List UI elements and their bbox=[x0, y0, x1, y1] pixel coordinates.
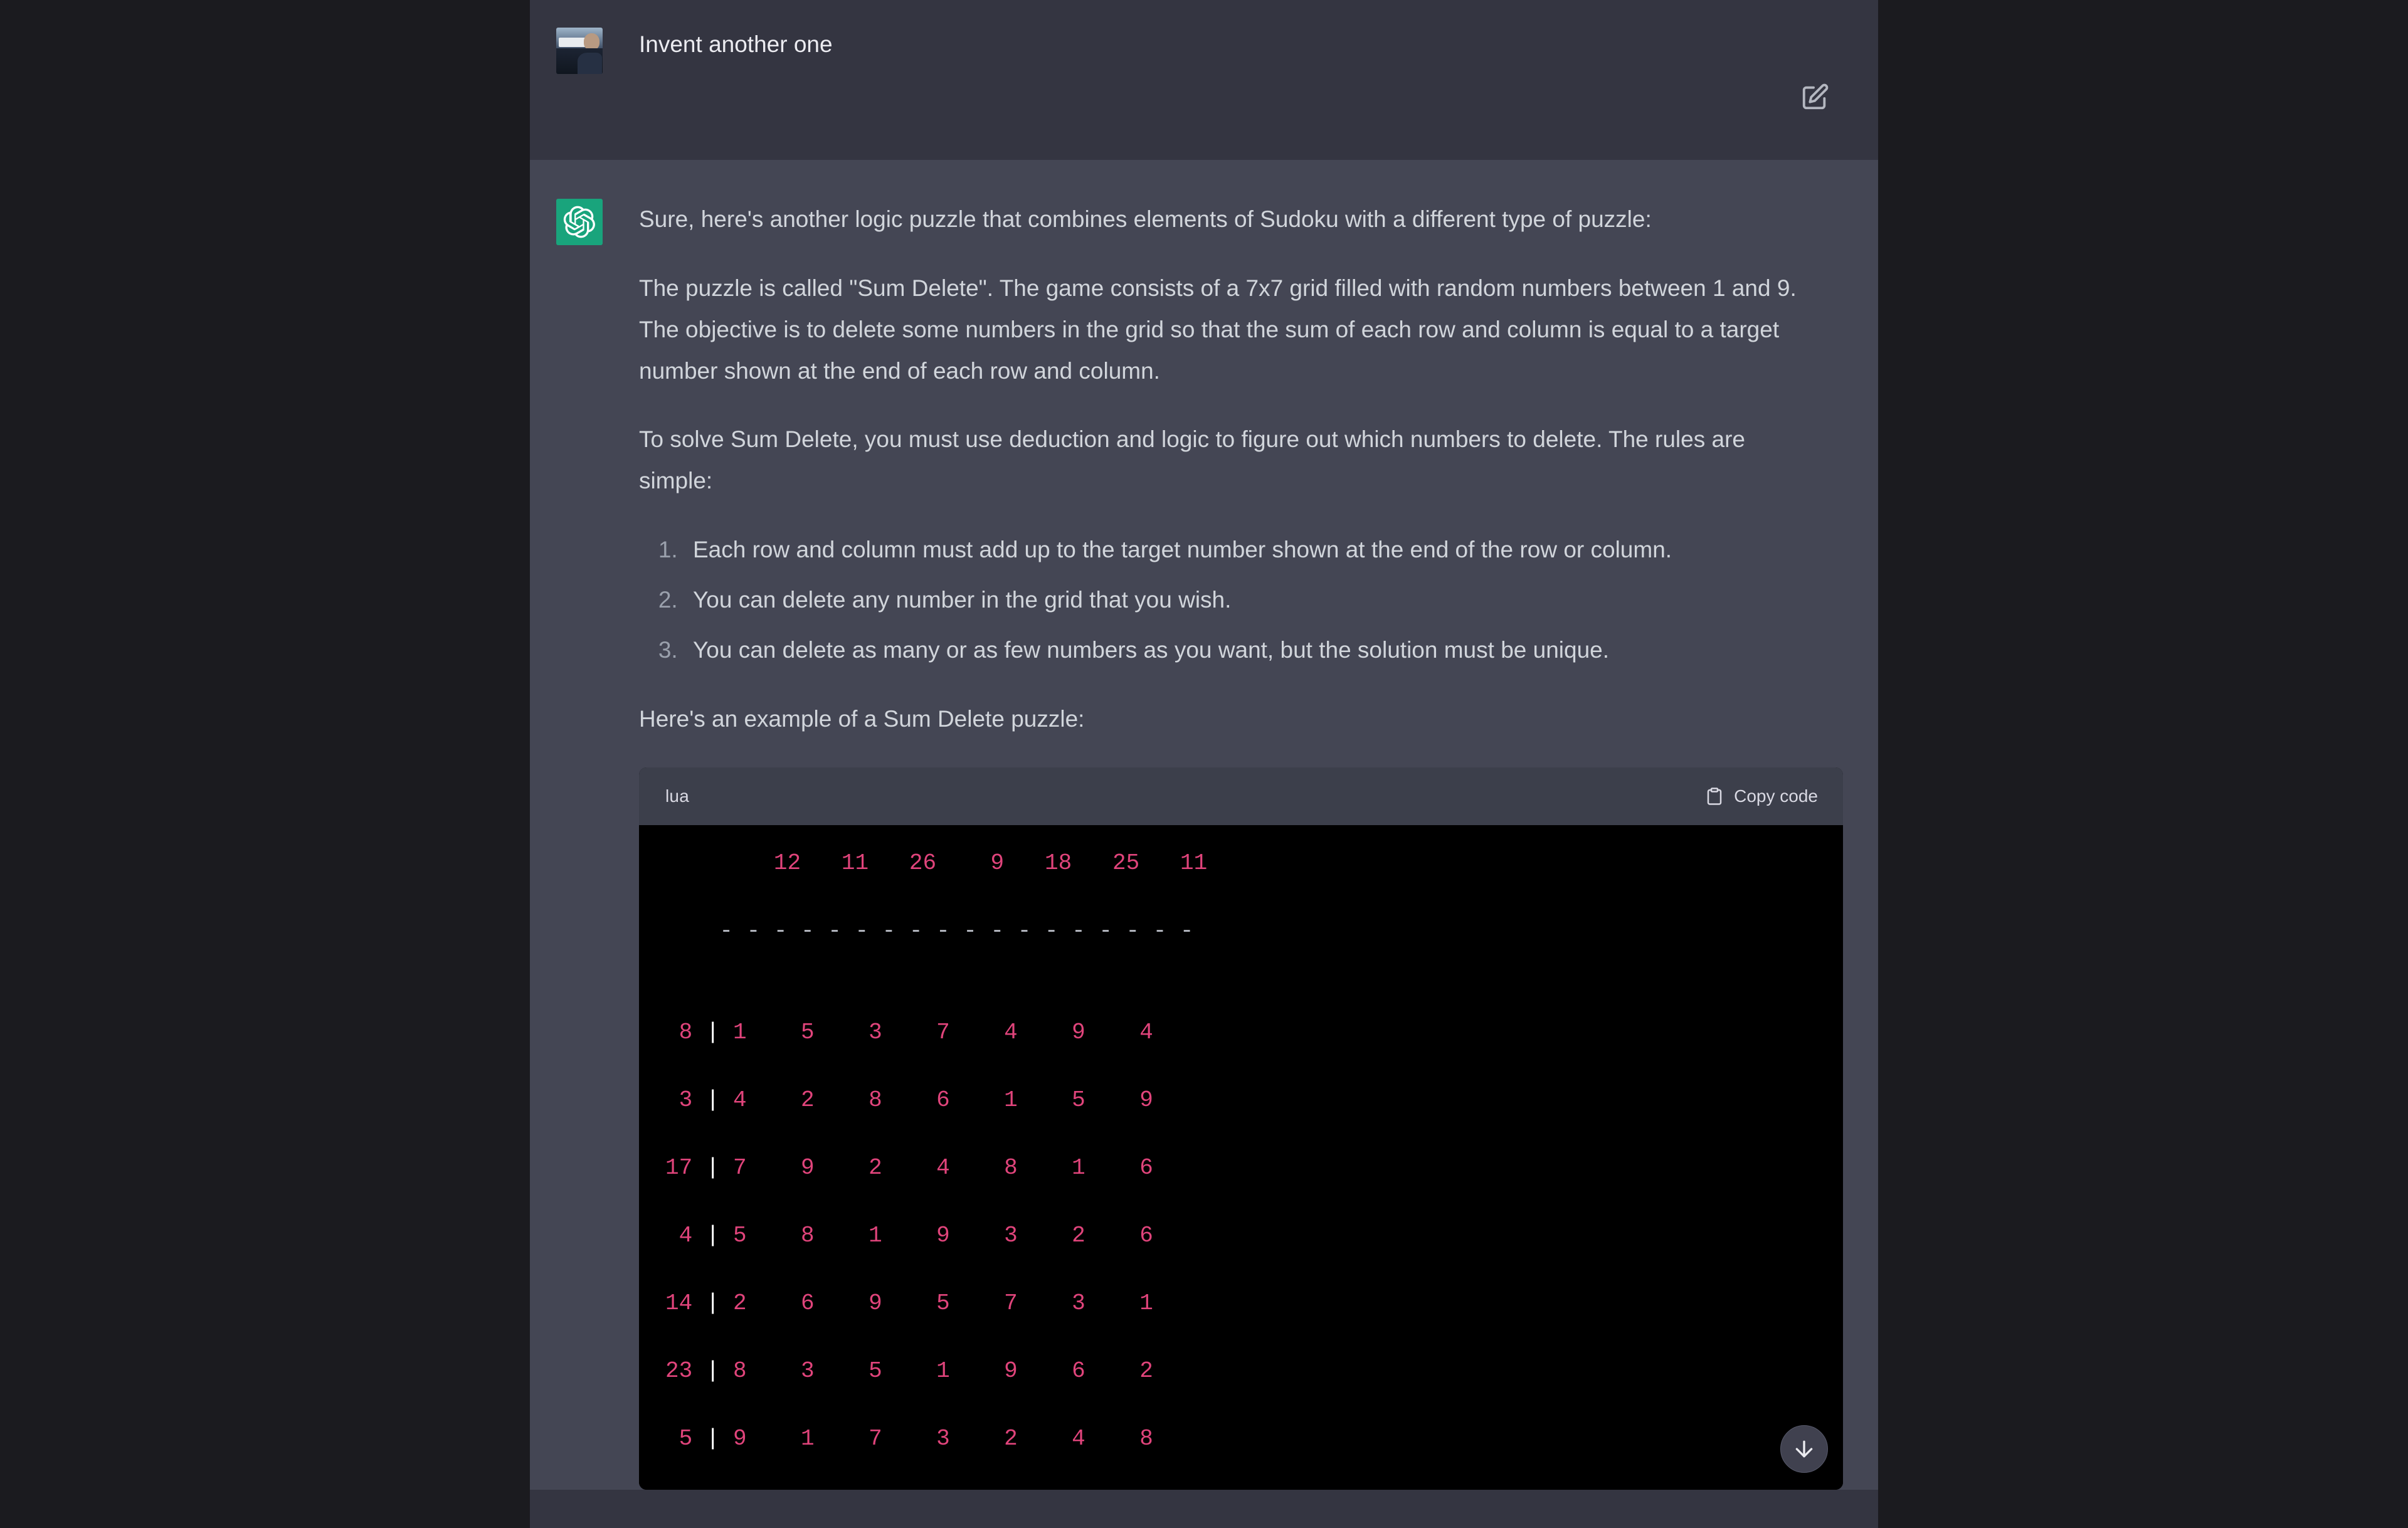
code-line-grid-row: 23 | 8 3 5 1 9 6 2 bbox=[665, 1357, 1153, 1384]
rules-list-item: You can delete as many or as few numbers… bbox=[684, 630, 1812, 671]
user-avatar bbox=[556, 28, 603, 74]
code-line-column-targets: 12 11 26 9 18 25 11 bbox=[733, 850, 1208, 876]
code-line-grid-row: 4 | 5 8 1 9 3 2 6 bbox=[665, 1222, 1153, 1248]
assistant-message-body: Sure, here's another logic puzzle that c… bbox=[639, 199, 1843, 1490]
edit-message-button[interactable] bbox=[1798, 80, 1832, 114]
assistant-paragraph-3: To solve Sum Delete, you must use deduct… bbox=[639, 426, 1745, 494]
conversation-thread: Invent another one Sure, here's another … bbox=[530, 0, 1878, 1528]
code-line-grid-row: 8 | 1 5 3 7 4 9 4 bbox=[665, 1019, 1153, 1045]
code-language-label: lua bbox=[665, 786, 689, 806]
edit-pencil-square-icon bbox=[1800, 83, 1829, 112]
code-line-grid-row: 17 | 7 9 2 4 8 1 6 bbox=[665, 1154, 1153, 1181]
assistant-avatar bbox=[556, 199, 603, 245]
rules-list-item: You can delete any number in the grid th… bbox=[684, 579, 1812, 621]
openai-logo-icon bbox=[563, 206, 596, 238]
example-intro-text: Here's an example of a Sum Delete puzzle… bbox=[639, 705, 1085, 732]
code-line-grid-row: 5 | 9 1 7 3 2 4 8 bbox=[665, 1425, 1153, 1452]
clipboard-icon bbox=[1705, 787, 1724, 806]
arrow-down-icon bbox=[1792, 1436, 1817, 1462]
code-content[interactable]: 12 11 26 9 18 25 11 - - - - - - - - - - … bbox=[639, 825, 1843, 1490]
copy-code-label: Copy code bbox=[1734, 786, 1818, 806]
code-block: lua Copy code 12 11 26 9 18 25 11 - - - … bbox=[639, 767, 1843, 1490]
rules-list-item: Each row and column must add up to the t… bbox=[684, 529, 1812, 571]
code-line-grid-row: 3 | 4 2 8 6 1 5 9 bbox=[665, 1087, 1153, 1113]
user-message-row: Invent another one bbox=[530, 0, 1878, 160]
user-message-body: Invent another one bbox=[639, 28, 1843, 160]
scroll-to-bottom-button[interactable] bbox=[1780, 1425, 1828, 1473]
code-block-header: lua Copy code bbox=[639, 767, 1843, 825]
code-line-grid-row: 14 | 2 6 9 5 7 3 1 bbox=[665, 1290, 1153, 1316]
code-line-separator: - - - - - - - - - - - - - - - - - - bbox=[665, 917, 1194, 944]
assistant-paragraph-2: The puzzle is called "Sum Delete". The g… bbox=[639, 275, 1797, 384]
assistant-message-row: Sure, here's another logic puzzle that c… bbox=[530, 160, 1878, 1490]
user-message-text: Invent another one bbox=[639, 31, 833, 57]
app-root: Invent another one Sure, here's another … bbox=[0, 0, 2408, 1528]
copy-code-button[interactable]: Copy code bbox=[1705, 786, 1818, 806]
assistant-paragraph-1: Sure, here's another logic puzzle that c… bbox=[639, 206, 1652, 232]
rules-list: Each row and column must add up to the t… bbox=[639, 529, 1812, 671]
